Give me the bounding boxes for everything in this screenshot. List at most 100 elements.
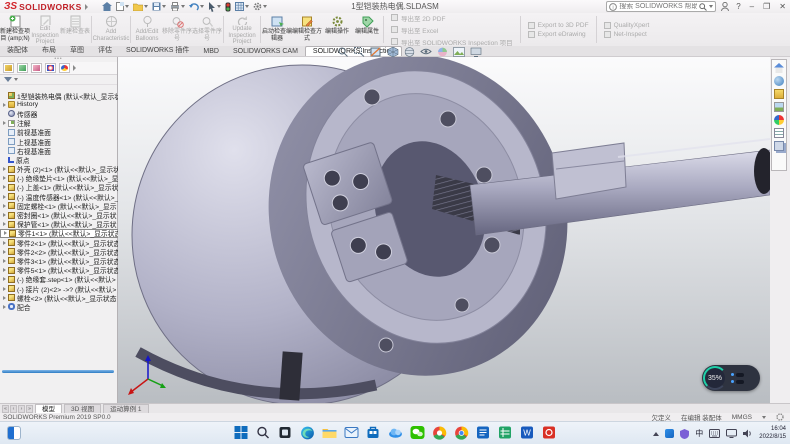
filter-funnel-icon[interactable]	[4, 77, 12, 82]
section-view-icon[interactable]	[370, 47, 382, 57]
widgets-icon[interactable]	[7, 426, 21, 440]
home-icon[interactable]	[102, 2, 112, 11]
widget-indicator-dot	[731, 373, 734, 376]
options-grid-icon[interactable]	[235, 2, 249, 11]
rollback-bar[interactable]	[2, 370, 114, 373]
forum-pane-icon[interactable]	[774, 141, 784, 151]
custom-properties-icon[interactable]	[774, 128, 784, 138]
edit-attributes-button[interactable]: 编辑属性	[352, 13, 382, 46]
menu-expand-icon[interactable]	[85, 4, 88, 10]
tree-item-root[interactable]: 1型铠装热电偶 (默认<默认_显示状态-1	[0, 91, 118, 100]
minimize-button[interactable]: –	[748, 1, 756, 12]
settings-gear-icon[interactable]	[253, 2, 267, 11]
view-palette-icon[interactable]	[774, 102, 784, 112]
unit-system-label[interactable]: MMGS	[732, 414, 752, 421]
model-tab[interactable]: 模型	[35, 404, 62, 413]
reader-app-icon[interactable]	[476, 425, 491, 440]
help-button[interactable]: ?	[734, 1, 742, 12]
apply-scene-icon[interactable]	[453, 47, 465, 57]
configurationmanager-icon[interactable]	[31, 63, 42, 73]
appearances-scenes-icon[interactable]	[774, 115, 784, 125]
zoom-area-icon[interactable]	[354, 47, 365, 57]
tab-cam[interactable]: SOLIDWORKS CAM	[226, 47, 305, 56]
zoom-fit-icon[interactable]	[338, 47, 349, 57]
search-taskbar-icon[interactable]	[256, 425, 271, 440]
launch-inspection-editor-button[interactable]: 启动检查编辑器	[262, 13, 292, 46]
view-settings-icon[interactable]	[470, 47, 482, 57]
start-button-icon[interactable]	[234, 425, 249, 440]
featuremanager-tree-icon[interactable]	[3, 63, 14, 73]
dimxpertmanager-icon[interactable]	[45, 63, 56, 73]
mail-icon[interactable]	[344, 425, 359, 440]
tab-evaluate[interactable]: 评估	[91, 44, 119, 56]
tray-shield-icon[interactable]	[680, 429, 689, 439]
displaymanager-icon[interactable]	[59, 63, 70, 73]
mates-icon	[8, 303, 15, 310]
edit-appearance-icon[interactable]	[437, 47, 448, 57]
view-orientation-cube-icon[interactable]	[387, 47, 399, 57]
keyboard-icon[interactable]	[709, 429, 720, 438]
green-grid-app-icon[interactable]	[498, 425, 513, 440]
search-icon[interactable]	[699, 3, 707, 11]
widget-toggle-icon[interactable]	[736, 373, 744, 377]
restore-button[interactable]: ❐	[761, 1, 772, 12]
sign-in-icon[interactable]	[721, 2, 729, 11]
new-document-icon[interactable]	[116, 2, 129, 11]
word-icon[interactable]: W	[520, 425, 535, 440]
open-icon[interactable]	[133, 3, 148, 11]
edit-inspection-methods-button[interactable]: 编辑检查方式	[292, 13, 322, 46]
speaker-icon[interactable]	[743, 429, 753, 438]
tree-item-mates[interactable]: 配合	[0, 302, 118, 311]
help-search-input[interactable]	[619, 3, 697, 10]
tab-layout[interactable]: 布局	[35, 44, 63, 56]
file-explorer-pane-icon[interactable]	[774, 89, 784, 99]
panel-tabs-overflow-icon[interactable]	[73, 65, 76, 71]
file-explorer-icon[interactable]	[322, 425, 337, 440]
widget-toggle-icon[interactable]	[736, 380, 744, 384]
graphics-viewport[interactable]: 35%	[118, 57, 770, 403]
ime-indicator[interactable]: 中	[695, 428, 703, 439]
tab-scroll-first-icon[interactable]: «	[2, 405, 9, 413]
tab-assembly[interactable]: 装配体	[0, 44, 35, 56]
search-dropdown-icon[interactable]	[709, 5, 713, 8]
3d-views-tab[interactable]: 3D 视图	[64, 404, 101, 413]
monitor-tray-icon[interactable]	[726, 429, 737, 438]
undo-icon[interactable]	[189, 2, 204, 11]
taskbar-clock[interactable]: 16:04 2022/8/15	[759, 426, 786, 442]
motion-study-tab[interactable]: 运动算例 1	[103, 404, 148, 413]
tab-scroll-right-icon[interactable]: ›	[18, 405, 25, 413]
cloud-app-icon[interactable]	[388, 425, 403, 440]
tray-blue-app-icon[interactable]	[665, 429, 674, 438]
red-app-icon[interactable]	[542, 425, 557, 440]
tree-item-hovered[interactable]: 零件1<1> (默认<<默认>_显示状态<	[0, 229, 118, 238]
tab-mbd[interactable]: MBD	[196, 47, 226, 56]
edge-browser-icon[interactable]	[300, 425, 315, 440]
select-pointer-icon[interactable]	[208, 2, 221, 12]
microsoft-store-icon[interactable]	[366, 425, 381, 440]
wechat-icon[interactable]	[410, 425, 425, 440]
edit-operations-button[interactable]: 编辑操作	[322, 13, 352, 46]
chrome-icon[interactable]	[454, 425, 469, 440]
home-tab-icon[interactable]	[774, 63, 784, 73]
zoom-recording-widget[interactable]: 35%	[702, 365, 760, 391]
hide-show-items-icon[interactable]	[420, 47, 432, 56]
browser-ring-icon[interactable]	[432, 425, 447, 440]
close-button[interactable]: ✕	[777, 1, 788, 12]
task-view-icon[interactable]	[278, 425, 293, 440]
new-inspection-project-button[interactable]: 新建检查项目 (amp;N)	[0, 13, 30, 46]
filter-dropdown-icon[interactable]	[14, 78, 18, 81]
save-icon[interactable]	[152, 2, 166, 11]
tab-sketch[interactable]: 草图	[63, 44, 91, 56]
hidden-icons-chevron[interactable]	[653, 432, 659, 436]
status-options-icon[interactable]	[776, 413, 784, 421]
display-style-icon[interactable]	[404, 47, 415, 57]
print-icon[interactable]	[170, 2, 185, 11]
zoom-percent-dial[interactable]: 35%	[703, 366, 727, 390]
rebuild-icon[interactable]	[225, 2, 231, 12]
tab-scroll-left-icon[interactable]: ‹	[10, 405, 17, 413]
tab-addins[interactable]: SOLIDWORKS 插件	[119, 44, 196, 56]
tab-scroll-last-icon[interactable]: »	[26, 405, 33, 413]
units-dropdown-icon[interactable]	[762, 416, 766, 419]
propertymanager-icon[interactable]	[17, 63, 28, 73]
design-library-icon[interactable]	[774, 76, 784, 86]
